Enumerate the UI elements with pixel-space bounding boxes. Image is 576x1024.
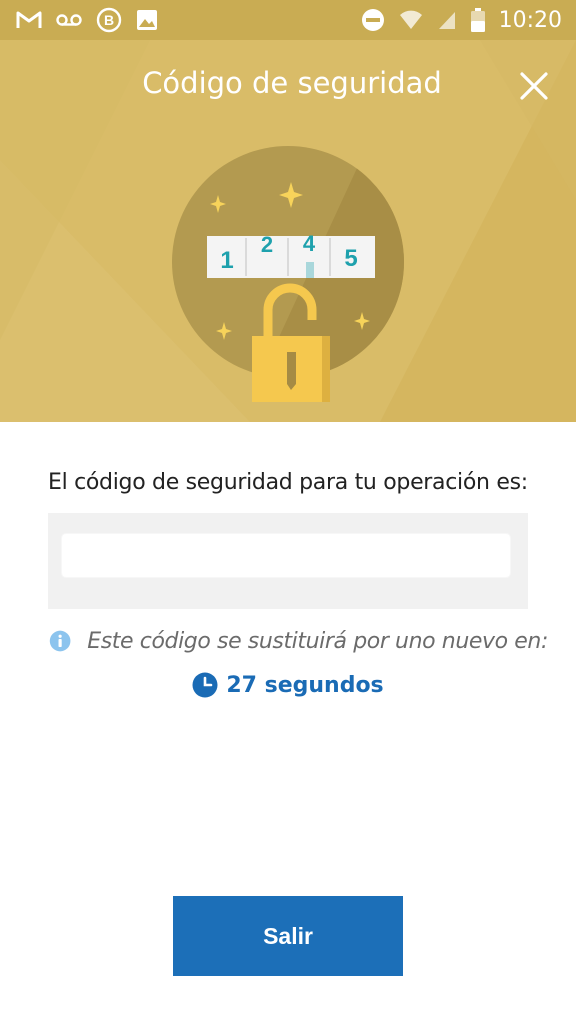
status-time: 10:20 xyxy=(498,7,562,33)
code-label: El código de seguridad para tu operación… xyxy=(48,470,528,495)
security-code-field xyxy=(61,533,511,578)
image-icon xyxy=(137,10,157,30)
status-bar: B 10:20 xyxy=(0,0,576,40)
status-left-icons: B xyxy=(16,7,158,33)
do-not-disturb-icon xyxy=(361,9,384,31)
security-illustration: 1 2 4 5 xyxy=(172,146,404,402)
battery-icon xyxy=(470,8,485,32)
status-right-icons: 10:20 xyxy=(361,8,562,33)
info-text: Este código se sustituirá por uno nuevo … xyxy=(87,628,548,654)
code-digits-strip: 1 2 4 5 xyxy=(207,231,375,278)
clock-icon xyxy=(192,672,218,698)
info-icon xyxy=(49,630,71,652)
voicemail-icon xyxy=(56,14,82,26)
timer-row: 27 segundos xyxy=(0,670,576,700)
digit-1: 1 xyxy=(220,247,233,274)
gmail-icon xyxy=(16,11,42,28)
wifi-icon xyxy=(399,10,422,29)
svg-text:B: B xyxy=(104,12,114,28)
digit-3: 4 xyxy=(303,231,316,256)
digit-2: 2 xyxy=(261,232,273,257)
info-row: Este código se sustituirá por uno nuevo … xyxy=(48,626,548,656)
signal-icon xyxy=(438,12,455,29)
countdown-timer: 27 segundos xyxy=(226,672,384,698)
header-banner: Código de seguridad 1 2 4 5 xyxy=(0,40,576,422)
exit-button[interactable]: Salir xyxy=(173,896,403,976)
b-app-icon: B xyxy=(96,7,122,33)
digit-4: 5 xyxy=(344,245,357,272)
code-box xyxy=(48,513,528,609)
